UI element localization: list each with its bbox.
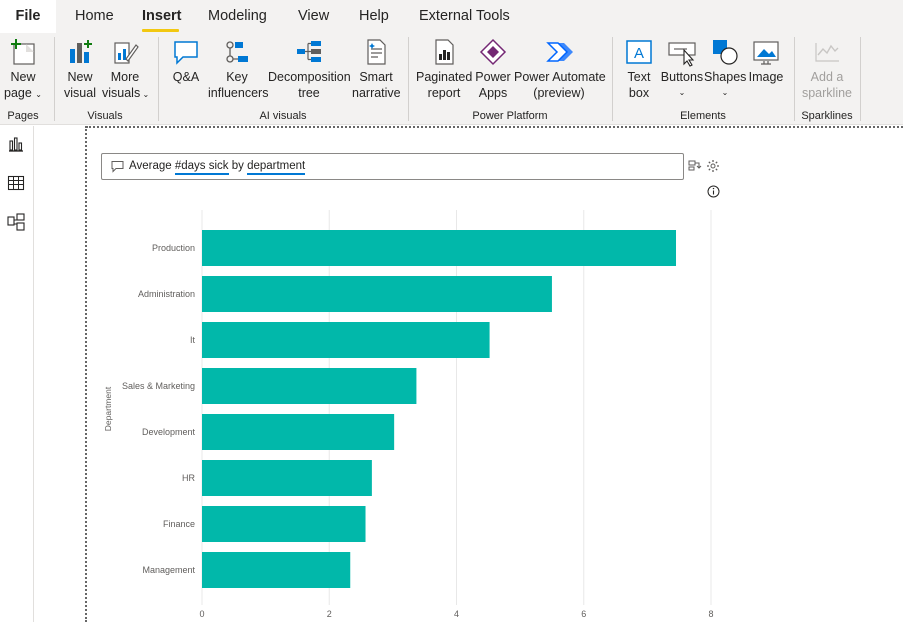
- bar: [202, 276, 552, 312]
- category-label: HR: [182, 473, 195, 483]
- bar: [202, 230, 677, 266]
- x-tick-label: 4: [454, 609, 459, 619]
- x-tick-label: 2: [327, 609, 332, 619]
- category-label: Production: [152, 243, 195, 253]
- category-label: It: [190, 335, 196, 345]
- bar: [202, 460, 372, 496]
- category-label: Administration: [138, 289, 195, 299]
- category-label: Finance: [163, 519, 195, 529]
- category-label: Sales & Marketing: [122, 381, 195, 391]
- x-tick-label: 6: [581, 609, 586, 619]
- bar: [202, 506, 366, 542]
- category-label: Management: [142, 565, 195, 575]
- x-tick-label: 0: [199, 609, 204, 619]
- x-tick-label: 8: [708, 609, 713, 619]
- bar: [202, 368, 417, 404]
- y-axis-title: Department: [103, 386, 113, 431]
- bar: [202, 322, 490, 358]
- bar-chart: 0 2 4 6 8 Production Administration It Sales & M…: [103, 210, 714, 619]
- bar: [202, 552, 351, 588]
- bar: [202, 414, 395, 450]
- category-label: Development: [142, 427, 196, 437]
